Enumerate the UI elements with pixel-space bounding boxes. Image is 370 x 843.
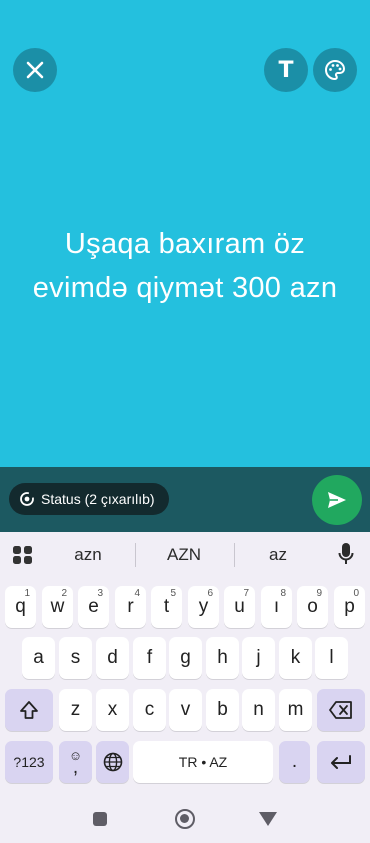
key-p[interactable]: p0 xyxy=(334,586,365,628)
key-e[interactable]: e3 xyxy=(78,586,109,628)
suggestion-3[interactable]: az xyxy=(248,545,308,565)
key-n[interactable]: n xyxy=(242,689,275,731)
key-y[interactable]: y6 xyxy=(188,586,219,628)
shift-key[interactable] xyxy=(5,689,53,731)
status-text[interactable]: Uşaqa baxıram öz evimdə qiymət 300 azn xyxy=(20,222,350,310)
key-j[interactable]: j xyxy=(242,637,275,679)
key-v[interactable]: v xyxy=(169,689,202,731)
period-key[interactable]: . xyxy=(279,741,310,783)
backspace-key[interactable] xyxy=(317,689,365,731)
suggestion-divider xyxy=(135,543,136,567)
palette-button[interactable] xyxy=(313,48,357,92)
key-dotless-i[interactable]: ı8 xyxy=(261,586,292,628)
key-f[interactable]: f xyxy=(133,637,166,679)
comma-label: , xyxy=(72,757,79,778)
shift-icon xyxy=(20,701,38,719)
audience-selector[interactable]: Status (2 çıxarılıb) xyxy=(9,483,169,515)
key-k[interactable]: k xyxy=(279,637,312,679)
space-key[interactable]: TR • AZ xyxy=(133,741,273,783)
key-o[interactable]: o9 xyxy=(297,586,328,628)
key-w[interactable]: w2 xyxy=(42,586,73,628)
send-button[interactable] xyxy=(312,475,362,525)
back-icon[interactable] xyxy=(259,812,277,826)
enter-icon xyxy=(331,755,351,769)
close-button[interactable] xyxy=(13,48,57,92)
audience-label: Status (2 çıxarılıb) xyxy=(41,491,155,507)
key-g[interactable]: g xyxy=(169,637,202,679)
microphone-icon xyxy=(338,543,354,564)
key-u[interactable]: u7 xyxy=(224,586,255,628)
comma-emoji-key[interactable]: ☺ , xyxy=(59,741,92,783)
key-q[interactable]: q1 xyxy=(5,586,36,628)
backspace-icon xyxy=(329,701,352,719)
key-b[interactable]: b xyxy=(206,689,239,731)
key-c[interactable]: c xyxy=(133,689,166,731)
key-a[interactable]: a xyxy=(22,637,55,679)
status-ring-icon xyxy=(20,492,34,506)
key-s[interactable]: s xyxy=(59,637,92,679)
key-d[interactable]: d xyxy=(96,637,129,679)
palette-icon xyxy=(325,59,346,81)
text-style-button[interactable]: T xyxy=(264,48,308,92)
key-z[interactable]: z xyxy=(59,689,92,731)
language-key[interactable] xyxy=(96,741,129,783)
key-r[interactable]: r4 xyxy=(115,586,146,628)
enter-key[interactable] xyxy=(317,741,365,783)
key-h[interactable]: h xyxy=(206,637,239,679)
key-x[interactable]: x xyxy=(96,689,129,731)
key-m[interactable]: m xyxy=(279,689,312,731)
microphone-button[interactable] xyxy=(331,538,361,570)
apps-grid-icon[interactable] xyxy=(12,545,34,570)
send-icon xyxy=(328,492,346,508)
text-style-label: T xyxy=(278,57,294,83)
suggestion-1[interactable]: azn xyxy=(58,545,118,565)
close-icon xyxy=(26,61,44,79)
symbols-key[interactable]: ?123 xyxy=(5,741,53,783)
suggestion-2[interactable]: AZN xyxy=(152,545,216,565)
suggestion-divider xyxy=(234,543,235,567)
key-l[interactable]: l xyxy=(315,637,348,679)
home-icon[interactable] xyxy=(175,809,195,829)
recents-icon[interactable] xyxy=(93,812,107,826)
globe-icon xyxy=(103,752,122,772)
key-t[interactable]: t5 xyxy=(151,586,182,628)
